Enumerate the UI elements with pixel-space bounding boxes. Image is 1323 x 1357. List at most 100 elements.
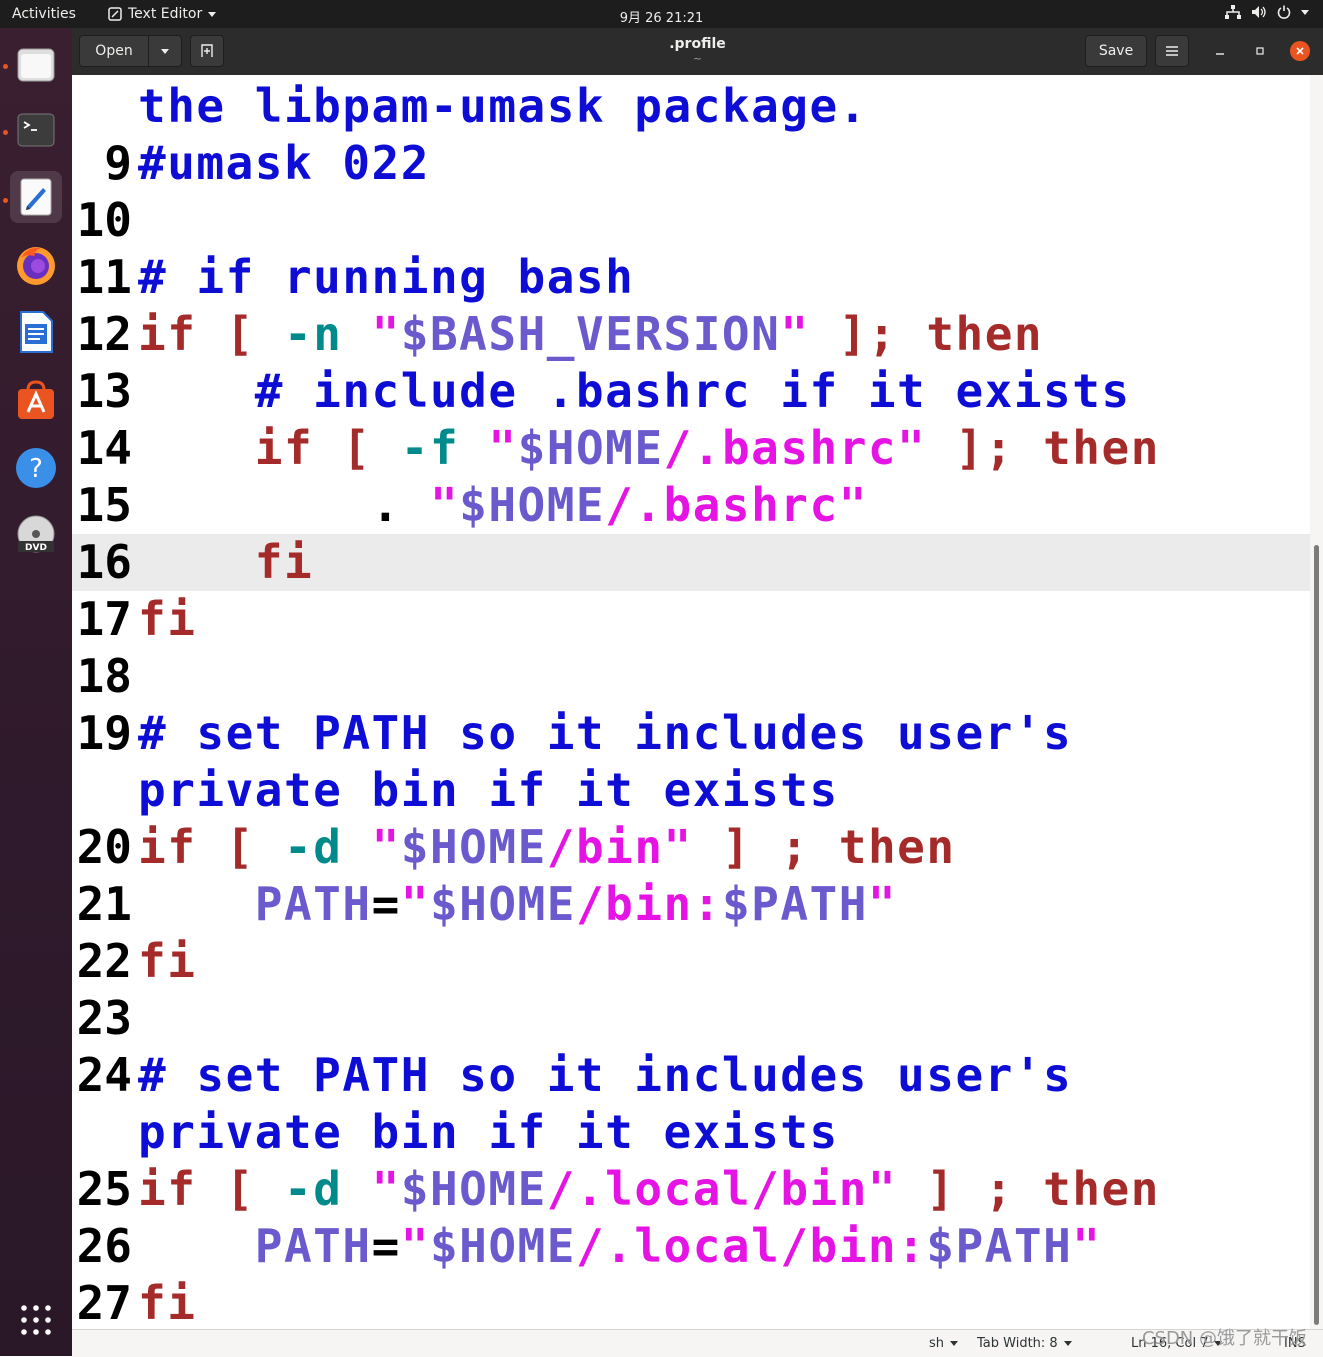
code-line[interactable]: 14 if [ -f "$HOME/.bashrc" ]; then — [72, 420, 1310, 477]
token: = — [371, 877, 401, 931]
software-launcher[interactable] — [10, 374, 62, 426]
token: $BASH_VERSION — [400, 307, 781, 361]
help-launcher[interactable]: ? — [10, 442, 62, 494]
line-number: 9 — [104, 136, 132, 190]
help-icon: ? — [16, 448, 56, 488]
code-line[interactable]: 11 # if running bash — [72, 249, 1310, 306]
token: /.local/bin" — [546, 1162, 898, 1216]
line-text: PATH="$HOME/.local/bin:$PATH" — [138, 1218, 1101, 1275]
token: # set PATH so it includes user's — [138, 1048, 1073, 1102]
writer-launcher[interactable] — [10, 306, 62, 358]
firefox-launcher[interactable] — [10, 239, 62, 291]
token: " — [488, 421, 518, 475]
token: [ — [225, 307, 255, 361]
code-line[interactable]: 22 fi — [72, 933, 1310, 990]
status-bar: sh Tab Width: 8 Ln 16, Col 7 INS — [72, 1329, 1323, 1357]
maximize-icon — [1256, 47, 1264, 55]
token: ]; — [838, 307, 898, 361]
system-tray[interactable] — [1225, 5, 1309, 19]
token: -f — [400, 421, 460, 475]
hamburger-icon — [1166, 46, 1178, 56]
token: " — [371, 1162, 401, 1216]
token: # set PATH so it includes user's — [138, 706, 1073, 760]
code-line[interactable]: 15 . "$HOME/.bashrc" — [72, 477, 1310, 534]
terminal-launcher[interactable] — [10, 104, 62, 156]
token: $HOME — [459, 478, 606, 532]
save-button[interactable]: Save — [1085, 35, 1147, 67]
line-text: # if running bash — [138, 249, 634, 306]
code-line[interactable]: 9 #umask 022 — [72, 135, 1310, 192]
token: private bin if it exists — [138, 1105, 839, 1159]
line-number: 15 — [76, 478, 132, 532]
code-line[interactable]: 17 fi — [72, 591, 1310, 648]
line-number: 13 — [76, 364, 132, 418]
token: " — [371, 307, 401, 361]
files-launcher[interactable] — [10, 38, 62, 90]
token: " — [429, 478, 460, 532]
token: $HOME — [429, 1219, 576, 1273]
app-grid-icon — [21, 1305, 51, 1335]
line-text: fi — [138, 933, 196, 990]
clock[interactable]: 9月 26 21:21 — [0, 7, 1323, 26]
scrollbar-thumb[interactable] — [1314, 545, 1319, 1325]
chevron-down-icon — [1301, 9, 1309, 15]
text-editor-launcher[interactable] — [10, 171, 62, 223]
tab-width-selector[interactable]: Tab Width: 8 — [977, 1336, 1072, 1351]
code-line[interactable]: 10 — [72, 192, 1310, 249]
line-number: 26 — [76, 1219, 132, 1273]
token: /.local/bin: — [575, 1219, 927, 1273]
code-line[interactable]: 16 fi — [72, 534, 1310, 591]
chevron-down-icon — [1063, 1341, 1072, 1346]
code-line[interactable]: 26 PATH="$HOME/.local/bin:$PATH" — [72, 1218, 1310, 1275]
dvd-launcher[interactable]: DVD — [10, 510, 62, 562]
text-view[interactable]: the libpam-umask package. 9 #umask 022 10 11… — [72, 75, 1310, 1329]
line-number: 10 — [76, 193, 132, 247]
firefox-icon — [17, 247, 55, 285]
code-line[interactable]: 24 # set PATH so it includes user's — [72, 1047, 1310, 1104]
code-line[interactable]: 12 if [ -n "$BASH_VERSION" ]; then — [72, 306, 1310, 363]
code-line[interactable]: the libpam-umask package. — [72, 78, 1310, 135]
dvd-icon: DVD — [17, 515, 55, 553]
running-indicator — [3, 130, 8, 135]
code-line[interactable]: private bin if it exists — [72, 1104, 1310, 1161]
code-line[interactable]: private bin if it exists — [72, 762, 1310, 819]
menu-button[interactable] — [1155, 35, 1189, 67]
code-line[interactable]: 27 fi — [72, 1275, 1310, 1329]
token: PATH — [254, 1219, 372, 1273]
language-selector[interactable]: sh — [929, 1336, 959, 1351]
code-line[interactable]: 19 # set PATH so it includes user's — [72, 705, 1310, 762]
svg-text:?: ? — [29, 454, 43, 484]
show-apps-button[interactable] — [10, 1294, 62, 1346]
code-line[interactable]: 25 if [ -d "$HOME/.local/bin" ] ; then — [72, 1161, 1310, 1218]
minimize-button[interactable] — [1210, 41, 1230, 61]
code-line[interactable]: 21 PATH="$HOME/bin:$PATH" — [72, 876, 1310, 933]
line-number: 23 — [76, 991, 132, 1045]
line-number: 11 — [76, 250, 132, 304]
line-number: 17 — [76, 592, 132, 646]
code-line[interactable]: 18 — [72, 648, 1310, 705]
language-label: sh — [929, 1336, 945, 1351]
code-line[interactable]: 23 — [72, 990, 1310, 1047]
line-text: # set PATH so it includes user's — [138, 1047, 1072, 1104]
line-text: private bin if it exists — [138, 1104, 839, 1161]
vertical-scrollbar[interactable] — [1310, 75, 1323, 1329]
code-line[interactable]: 20 if [ -d "$HOME/bin" ] ; then — [72, 819, 1310, 876]
token: if — [138, 1162, 197, 1216]
close-button[interactable] — [1290, 41, 1310, 61]
line-number: 20 — [76, 820, 132, 874]
text-editor-icon — [20, 178, 52, 216]
top-bar: Activities Text Editor 9月 26 21:21 — [0, 0, 1323, 28]
token: $HOME — [429, 877, 576, 931]
watermark: CSDN @饿了就干饭 — [1141, 1328, 1307, 1349]
maximize-button[interactable] — [1250, 41, 1270, 61]
token: then — [1043, 1162, 1160, 1216]
code-line[interactable]: 13 # include .bashrc if it exists — [72, 363, 1310, 420]
line-number: 14 — [76, 421, 132, 475]
token: /.bashrc" — [663, 421, 927, 475]
